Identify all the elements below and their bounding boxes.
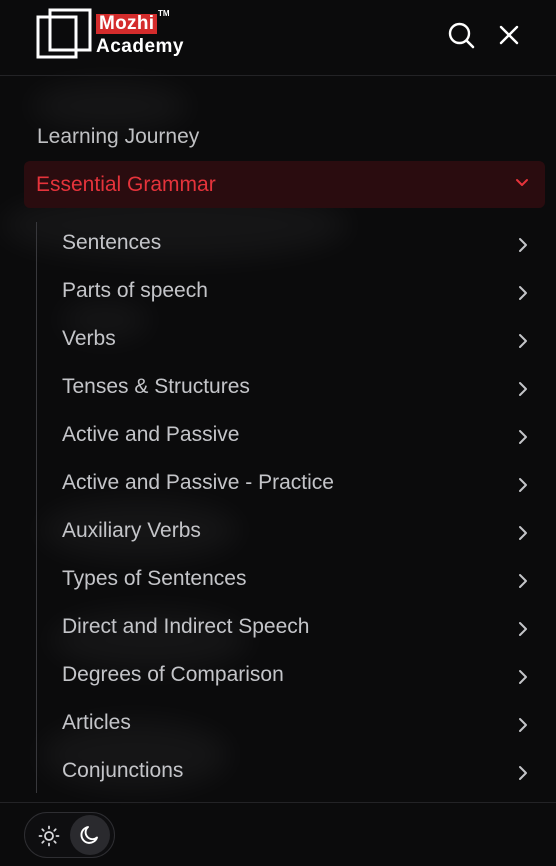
- theme-toggle: [24, 812, 115, 858]
- chevron-right-icon: [519, 286, 527, 300]
- chevron-right-icon: [519, 766, 527, 780]
- footer: [0, 802, 556, 866]
- chevron-right-icon: [519, 238, 527, 252]
- chevron-right-icon: [519, 718, 527, 732]
- moon-icon: [80, 826, 98, 844]
- submenu-item-direct-and-indirect-speech[interactable]: Direct and Indirect Speech: [37, 606, 542, 654]
- submenu-item-label: Parts of speech: [62, 279, 208, 302]
- menu-item-essential-grammar[interactable]: Essential Grammar: [24, 161, 545, 208]
- submenu-item-label: Verbs: [62, 327, 116, 350]
- logo-academy-text: Academy: [96, 36, 184, 57]
- submenu-item-label: Types of Sentences: [62, 567, 247, 590]
- chevron-down-icon: [516, 179, 528, 186]
- chevron-right-icon: [519, 622, 527, 636]
- chevron-right-icon: [519, 670, 527, 684]
- close-button[interactable]: [494, 20, 524, 50]
- submenu-item-auxiliary-verbs[interactable]: Auxiliary Verbs: [37, 510, 542, 558]
- submenu-item-label: Articles: [62, 711, 131, 734]
- submenu-item-articles[interactable]: Articles: [37, 702, 542, 750]
- sun-icon: [38, 825, 60, 847]
- submenu-item-parts-of-speech[interactable]: Parts of speech: [37, 270, 542, 318]
- submenu-item-label: Degrees of Comparison: [62, 663, 284, 686]
- search-icon: [448, 22, 475, 49]
- submenu-item-label: Direct and Indirect Speech: [62, 615, 310, 638]
- chevron-right-icon: [519, 526, 527, 540]
- chevron-right-icon: [519, 334, 527, 348]
- logo-mozhi-text: Mozhi: [96, 14, 158, 34]
- submenu-item-label: Conjunctions: [62, 759, 184, 782]
- submenu-item-label: Active and Passive - Practice: [62, 471, 334, 494]
- submenu-item-label: Tenses & Structures: [62, 375, 250, 398]
- chevron-right-icon: [519, 574, 527, 588]
- essential-grammar-submenu: Sentences Parts of speech Verbs Tenses &…: [36, 222, 547, 793]
- dark-mode-button[interactable]: [70, 815, 110, 855]
- submenu-item-conjunctions[interactable]: Conjunctions: [37, 750, 542, 798]
- active-section-label: Essential Grammar: [36, 172, 216, 196]
- submenu-item-active-and-passive-practice[interactable]: Active and Passive - Practice: [37, 462, 542, 510]
- close-icon: [499, 25, 519, 45]
- chevron-right-icon: [519, 478, 527, 492]
- logo-squares-icon: [36, 8, 92, 59]
- submenu-item-label: Sentences: [62, 231, 162, 254]
- submenu-item-verbs[interactable]: Verbs: [37, 318, 542, 366]
- submenu-item-types-of-sentences[interactable]: Types of Sentences: [37, 558, 542, 606]
- search-button[interactable]: [446, 20, 476, 50]
- submenu-item-degrees-of-comparison[interactable]: Degrees of Comparison: [37, 654, 542, 702]
- header: Mozhi TM Academy: [0, 0, 556, 76]
- section-label-learning-journey: Learning Journey: [37, 125, 200, 148]
- light-mode-button[interactable]: [34, 821, 64, 851]
- logo-trademark: TM: [158, 9, 170, 18]
- chevron-right-icon: [519, 430, 527, 444]
- submenu-item-sentences[interactable]: Sentences: [37, 222, 542, 270]
- mozhi-academy-logo[interactable]: Mozhi TM Academy: [36, 8, 206, 64]
- chevron-right-icon: [519, 382, 527, 396]
- background-glow: [30, 82, 190, 130]
- submenu-item-active-and-passive[interactable]: Active and Passive: [37, 414, 542, 462]
- submenu-item-label: Auxiliary Verbs: [62, 519, 201, 542]
- submenu-item-label: Active and Passive: [62, 423, 240, 446]
- submenu-item-tenses-structures[interactable]: Tenses & Structures: [37, 366, 542, 414]
